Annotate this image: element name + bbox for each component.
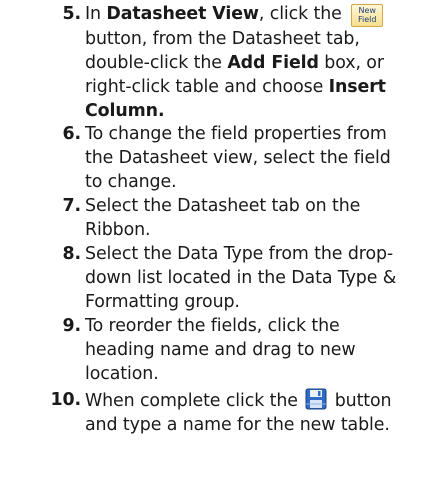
step-text: Select the Datasheet tab on the Ribbon.	[85, 194, 437, 242]
instruction-steps: 5. In Datasheet View, click the New Field b…	[0, 0, 440, 482]
step-text: Select the Data Type from the drop-down …	[85, 242, 437, 314]
bold-term: Insert	[328, 77, 386, 97]
step-number: 7.	[62, 196, 81, 216]
step-text-line: In Datasheet View, click the New Field	[85, 2, 437, 27]
step-text-line: To change the field properties from	[85, 122, 437, 146]
text-run: to change.	[85, 172, 177, 192]
text-run: the Datasheet view, select the field	[85, 148, 391, 168]
step-text-line: Select the Datasheet tab on the	[85, 194, 437, 218]
step-number: 9.	[62, 316, 81, 336]
text-run: button, from the Datasheet tab,	[85, 29, 360, 49]
text-run: and type a name for the new table.	[85, 415, 390, 435]
text-run: To reorder the fields, click the	[85, 316, 340, 336]
step-number: 8.	[62, 244, 81, 264]
step-text-line: heading name and drag to new	[85, 338, 437, 362]
step-text: To change the field properties from the D…	[85, 122, 437, 194]
text-run: Select the Datasheet tab on the	[85, 196, 361, 216]
step-number: 5.	[62, 4, 81, 24]
step-number: 6.	[62, 124, 81, 144]
text-run: Select the Data Type from the drop-	[85, 244, 394, 264]
text-run: When complete click the	[85, 391, 304, 411]
bold-term: Add Field	[227, 53, 319, 73]
text-run: box, or	[318, 53, 384, 73]
text-run: button	[329, 391, 392, 411]
step-text-line: Formatting group.	[85, 290, 437, 314]
text-run: Formatting group.	[85, 292, 240, 312]
text-run: double-click the	[85, 53, 228, 73]
step-text-line: down list located in the Data Type &	[85, 266, 437, 290]
step-text: When complete click the button and type a…	[85, 388, 437, 437]
step-text-line: double-click the Add Field box, or	[85, 51, 437, 75]
text-run: right-click table and choose	[85, 77, 329, 97]
step-text: To reorder the fields, click the heading …	[85, 314, 437, 386]
text-run: down list located in the Data Type &	[85, 268, 397, 288]
text-run: , click the	[258, 4, 348, 24]
step-text-line: and type a name for the new table.	[85, 413, 437, 437]
step-text-line: right-click table and choose Insert	[85, 75, 437, 99]
text-run: In	[85, 4, 107, 24]
text-run: heading name and drag to new	[85, 340, 356, 360]
step-text-line: to change.	[85, 170, 437, 194]
step-text-line: the Datasheet view, select the field	[85, 146, 437, 170]
save-icon	[305, 388, 327, 410]
text-run: location.	[85, 364, 159, 384]
new-field-icon: New Field	[351, 4, 384, 27]
text-run: Ribbon.	[85, 220, 151, 240]
step-text-line: button, from the Datasheet tab,	[85, 27, 437, 51]
step-number: 10.	[50, 390, 81, 410]
bold-term: Column.	[85, 101, 165, 121]
step-text-line: To reorder the fields, click the	[85, 314, 437, 338]
step-text-line: Ribbon.	[85, 218, 437, 242]
icon-caption: Field	[357, 15, 377, 24]
step-text-line: Select the Data Type from the drop-	[85, 242, 437, 266]
step-text: In Datasheet View, click the New Field but…	[85, 2, 437, 123]
step-text-line: location.	[85, 362, 437, 386]
bold-term: Datasheet View	[106, 4, 259, 24]
icon-caption: New	[358, 6, 376, 15]
step-text-line: When complete click the button	[85, 388, 437, 413]
step-text-line: Column.	[85, 99, 437, 123]
text-run: To change the field properties from	[85, 124, 387, 144]
